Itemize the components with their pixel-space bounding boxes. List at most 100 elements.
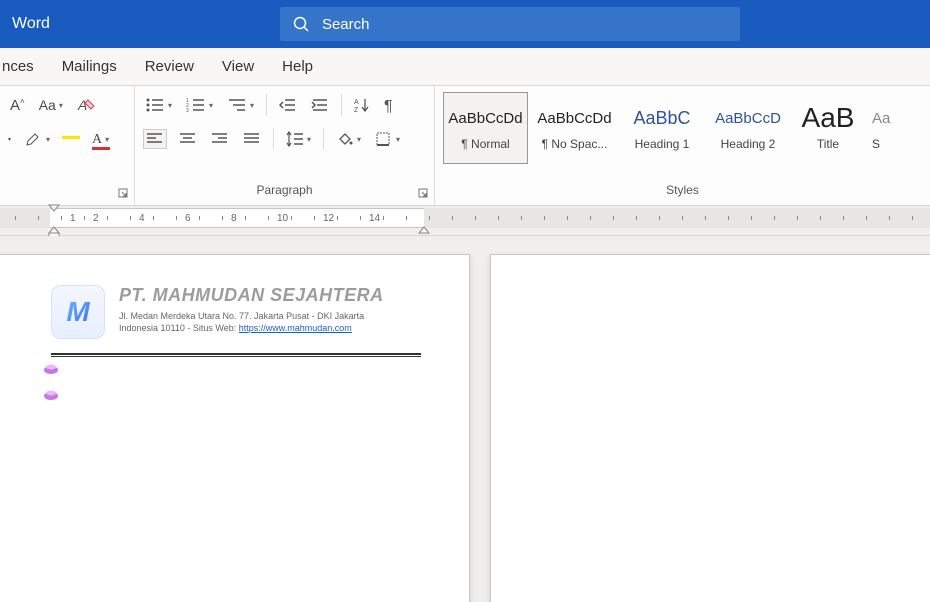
paragraph-group: ▾ 123▾ ▾ AZ ¶ ▾ ▾ ▾ Para	[135, 86, 435, 205]
indent-icon	[311, 97, 329, 113]
style-sample: AaBbCcD	[715, 105, 781, 131]
show-marks-button[interactable]: ¶	[382, 95, 400, 115]
search-box[interactable]: Search	[280, 7, 740, 41]
clear-format-icon: A	[77, 96, 97, 114]
styles-group-label: Styles	[443, 183, 922, 201]
launcher-icon	[118, 188, 128, 198]
paragraph-launcher[interactable]	[418, 188, 428, 201]
search-icon	[292, 15, 310, 33]
style-sample: AaBbCcDd	[448, 105, 522, 131]
borders-icon	[375, 131, 393, 147]
change-case-button[interactable]: Aa▾	[37, 95, 65, 115]
style-no-spacing[interactable]: AaBbCcDd ¶ No Spac...	[532, 92, 617, 164]
paragraph-group-label: Paragraph	[143, 183, 426, 201]
line-spacing-icon	[286, 131, 304, 147]
numbering-button[interactable]: 123▾	[184, 95, 215, 115]
bullets-button[interactable]: ▾	[143, 95, 174, 115]
style-normal[interactable]: AaBbCcDd ¶ Normal	[443, 92, 528, 164]
align-left-icon	[146, 132, 164, 146]
page-2[interactable]	[490, 254, 930, 602]
borders-button[interactable]: ▾	[373, 129, 402, 149]
align-center-icon	[179, 132, 197, 146]
align-left-button[interactable]	[143, 129, 167, 149]
paint-bucket-icon	[336, 131, 354, 147]
style-subtitle[interactable]: Aa S	[867, 92, 897, 164]
font-group-label	[8, 183, 126, 201]
style-name: Heading 2	[721, 137, 776, 151]
tab-view[interactable]: View	[208, 48, 268, 85]
grow-font-button[interactable]: A˄	[8, 95, 27, 116]
multilevel-icon	[227, 97, 247, 113]
highlighter-icon	[25, 131, 43, 147]
shading-button[interactable]: ▾	[334, 129, 363, 149]
style-name: Heading 1	[635, 137, 690, 151]
ruler-mark: 6	[185, 213, 191, 224]
font-launcher[interactable]	[118, 188, 128, 201]
font-color-button[interactable]: A ▾	[90, 128, 111, 150]
page-1[interactable]: M PT. MAHMUDAN SEJAHTERA Jl. Medan Merde…	[0, 254, 470, 602]
letterhead: M PT. MAHMUDAN SEJAHTERA Jl. Medan Merde…	[0, 255, 469, 347]
styles-gallery: AaBbCcDd ¶ Normal AaBbCcDd ¶ No Spac... …	[443, 92, 922, 164]
titlebar: Word Search	[0, 0, 930, 48]
app-name: Word	[12, 15, 50, 33]
style-sample: AaBbCcDd	[537, 105, 611, 131]
style-heading-1[interactable]: AaBbC Heading 1	[621, 92, 703, 164]
tab-mailings[interactable]: Mailings	[48, 48, 131, 85]
ruler-mark: 4	[139, 213, 145, 224]
first-line-indent-marker[interactable]	[48, 204, 60, 212]
highlight-color-swatch	[62, 136, 80, 139]
style-sample: Aa	[872, 105, 890, 131]
align-right-button[interactable]	[209, 130, 231, 148]
company-address: Jl. Medan Merdeka Utara No. 77. Jakarta …	[119, 310, 384, 334]
styles-group: AaBbCcDd ¶ Normal AaBbCcDd ¶ No Spac... …	[435, 86, 930, 205]
multilevel-button[interactable]: ▾	[225, 95, 256, 115]
justify-icon	[243, 132, 261, 146]
tab-review[interactable]: Review	[131, 48, 208, 85]
company-name: PT. MAHMUDAN SEJAHTERA	[119, 285, 384, 306]
body-margin-marker[interactable]	[43, 389, 59, 401]
outdent-icon	[279, 97, 297, 113]
sort-button[interactable]: AZ	[352, 95, 372, 115]
justify-button[interactable]	[241, 130, 263, 148]
company-link[interactable]: https://www.mahmudan.com	[239, 323, 352, 333]
document-area[interactable]: M PT. MAHMUDAN SEJAHTERA Jl. Medan Merde…	[0, 236, 930, 602]
tab-help[interactable]: Help	[268, 48, 327, 85]
search-placeholder: Search	[322, 16, 370, 33]
svg-text:A: A	[354, 99, 359, 106]
letterhead-rule	[51, 353, 421, 357]
ruler-mark: 8	[231, 213, 237, 224]
style-name: ¶ Normal	[461, 137, 509, 151]
ribbon-tabs: nces Mailings Review View Help	[0, 48, 930, 86]
bullets-icon	[145, 97, 165, 113]
style-sample: AaB	[802, 105, 855, 131]
clear-formatting-button[interactable]: A	[75, 94, 99, 116]
ruler-mark: 2	[93, 213, 99, 224]
align-right-icon	[211, 132, 229, 146]
ruler-mark: 14	[369, 213, 380, 224]
ruler-mark: 10	[277, 213, 288, 224]
tab-references[interactable]: nces	[0, 48, 48, 85]
numbering-icon: 123	[186, 97, 206, 113]
svg-text:¶: ¶	[384, 98, 393, 113]
align-center-button[interactable]	[177, 130, 199, 148]
svg-text:Z: Z	[354, 107, 359, 113]
highlight-button[interactable]: ▾	[23, 129, 52, 149]
company-logo: M	[51, 285, 105, 339]
style-name: ¶ No Spac...	[542, 137, 608, 151]
decrease-indent-button[interactable]	[277, 95, 299, 115]
pilcrow-icon: ¶	[384, 97, 398, 113]
ruler-mark: 1	[70, 213, 76, 224]
style-sample: AaBbC	[633, 105, 690, 131]
increase-indent-button[interactable]	[309, 95, 331, 115]
line-spacing-button[interactable]: ▾	[284, 129, 313, 149]
style-heading-2[interactable]: AaBbCcD Heading 2	[707, 92, 789, 164]
right-indent-marker[interactable]	[418, 226, 430, 234]
ruler[interactable]: 12468101214	[0, 206, 930, 236]
svg-text:A: A	[77, 97, 87, 113]
style-name: Title	[817, 137, 839, 151]
header-margin-marker[interactable]	[43, 363, 59, 375]
style-name: S	[872, 137, 880, 151]
subscript-button[interactable]: ▾	[8, 134, 13, 145]
style-title[interactable]: AaB Title	[793, 92, 863, 164]
ribbon: A˄ Aa▾ A ▾ ▾ A ▾	[0, 86, 930, 206]
